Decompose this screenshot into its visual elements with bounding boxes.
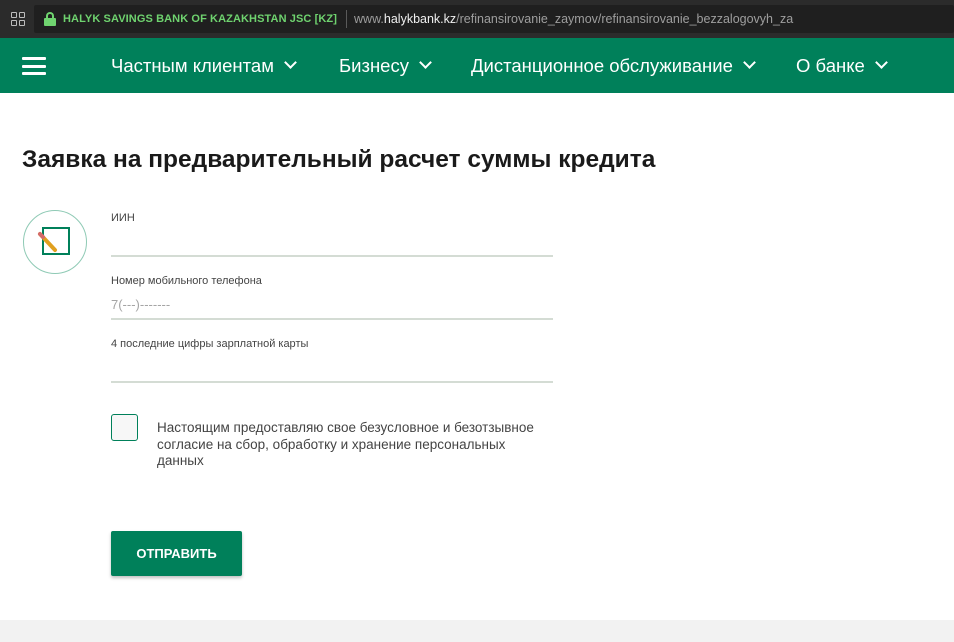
chevron-down-icon [284,56,297,69]
phone-input[interactable] [111,287,553,318]
nav-item-label: Бизнесу [339,54,409,76]
url-text[interactable]: www.halykbank.kz/refinansirovanie_zaymov… [354,12,793,26]
lock-icon [44,12,56,26]
nav-item-label: Дистанционное обслуживание [471,54,733,76]
chevron-down-icon [874,56,888,69]
card-digits-field: 4 последние цифры зарплатной карты [111,338,553,383]
url-host: halykbank.kz [383,12,457,26]
url-field[interactable]: HALYK SAVINGS BANK OF KAZAKHSTAN JSC [KZ… [34,5,954,33]
nav-item-remote-service[interactable]: Дистанционное обслуживание [471,38,756,93]
nav-item-label: О банке [796,54,865,76]
browser-address-bar: HALYK SAVINGS BANK OF KAZAKHSTAN JSC [KZ… [0,0,954,38]
url-prefix: www. [354,12,384,26]
iin-field: ИИН [111,212,553,257]
nav-item-business[interactable]: Бизнесу [339,38,432,93]
iin-label: ИИН [111,212,135,224]
page-title: Заявка на предварительный расчет суммы к… [22,146,656,173]
consent-text: Настоящим предоставляю свое безусловное … [157,420,534,468]
nav-item-label: Частным клиентам [111,54,274,76]
consent-checkbox[interactable] [111,414,138,441]
footer-band [0,620,954,642]
card-digits-label: 4 последние цифры зарплатной карты [111,338,309,350]
menu-icon[interactable] [22,57,46,75]
submit-button[interactable]: ОТПРАВИТЬ [111,531,242,576]
iin-input[interactable] [111,224,553,255]
url-path: /refinansirovanie_zaymov/refinansirovani… [456,12,794,26]
nav-item-private-clients[interactable]: Частным клиентам [111,38,297,93]
site-navigation: Частным клиентам Бизнесу Дистанционное о… [0,38,954,93]
ev-certificate-name: HALYK SAVINGS BANK OF KAZAKHSTAN JSC [KZ… [63,13,338,25]
nav-item-about-bank[interactable]: О банке [796,38,888,93]
url-divider [346,10,348,28]
apps-grid-icon[interactable] [11,12,25,26]
phone-field: Номер мобильного телефона [111,275,553,320]
card-digits-input[interactable] [111,350,553,381]
chevron-down-icon [419,56,432,69]
edit-form-icon [23,210,87,274]
phone-label: Номер мобильного телефона [111,275,262,287]
chevron-down-icon [743,56,756,69]
